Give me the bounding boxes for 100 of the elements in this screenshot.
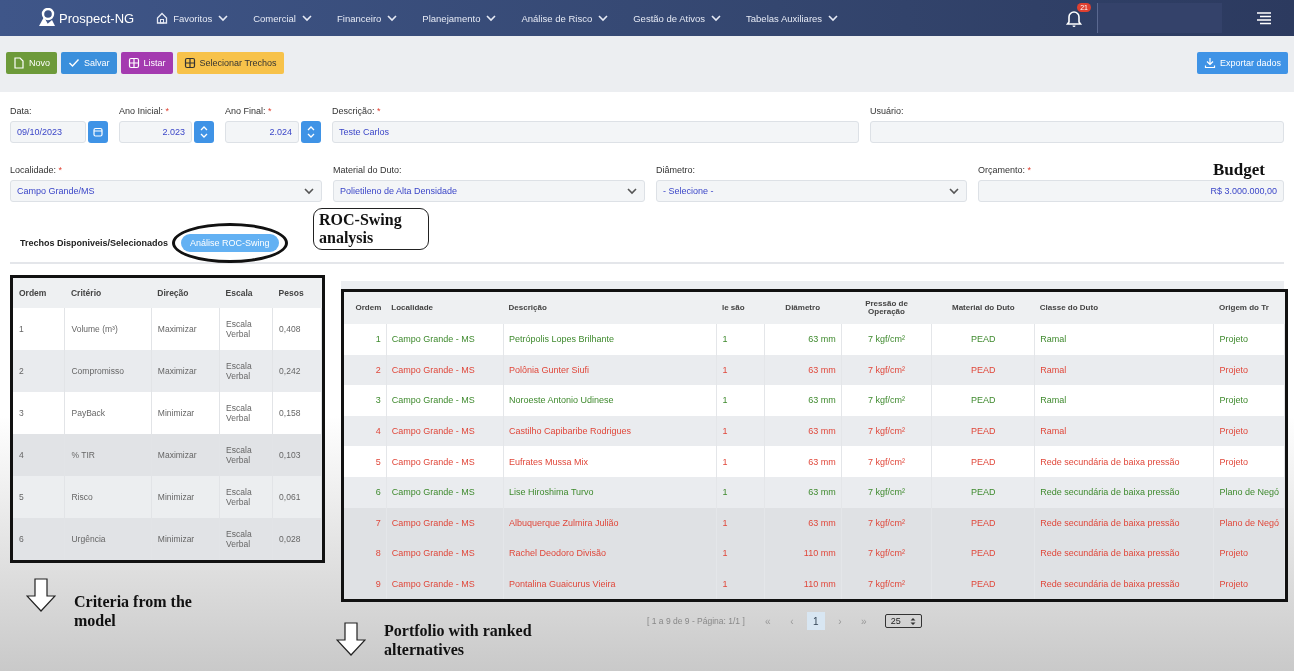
input-field[interactable]: 2.024 (225, 121, 299, 143)
table-cell: 63 mm (764, 324, 842, 355)
chevron-down-icon (597, 13, 610, 23)
table-cell: Plano de Negó (1213, 507, 1285, 539)
dropdown-field[interactable]: - Selecione - (656, 180, 967, 202)
chevron-down-icon (386, 13, 399, 23)
table-cell: Ramal (1034, 324, 1214, 355)
table-cell: 6 (13, 518, 65, 560)
table-cell: Petrópolis Lopes Brilhante (503, 324, 717, 355)
calendar-icon (93, 127, 103, 137)
column-header: Ordem (13, 278, 65, 308)
grid-icon (127, 57, 140, 69)
field-label: Localidade: * (10, 165, 63, 175)
map-pin-logo-icon (36, 8, 58, 28)
up-down-arrows-icon (909, 616, 916, 626)
table-cell: 1 (344, 324, 387, 355)
chevron-down-icon (626, 186, 638, 196)
table-cell: Campo Grande - MS (386, 507, 504, 539)
table-cell: 7 kgf/cm² (841, 324, 932, 355)
column-header: Classe do Duto (1034, 292, 1214, 324)
spinner-button[interactable] (301, 121, 321, 143)
table-cell: 3 (344, 385, 387, 416)
menu-item[interactable]: Favoritos (156, 12, 230, 24)
table-cell: PEAD (931, 507, 1035, 539)
spinner-button[interactable] (194, 121, 214, 143)
table-cell: PEAD (931, 476, 1035, 508)
table-cell: Projeto (1213, 446, 1285, 477)
table-cell: 110 mm (764, 538, 842, 569)
menu-item[interactable]: Gestão de Ativos (633, 12, 723, 24)
chevron-down-icon (303, 186, 315, 196)
select-button[interactable]: Selecionar Trechos (176, 52, 284, 74)
page-size-select[interactable]: 25 (884, 614, 922, 629)
page-button[interactable]: 1 (806, 612, 825, 631)
table-cell: Projeto (1213, 415, 1285, 447)
input-field[interactable] (870, 121, 1284, 143)
bell-icon (1065, 9, 1083, 27)
table-cell: 63 mm (764, 385, 842, 416)
annotation-caption: Portfolio with ranked alternatives (384, 621, 533, 659)
table-cell: Projeto (1213, 385, 1285, 416)
chevron-down-icon (948, 186, 960, 196)
table-cell: PEAD (931, 385, 1035, 416)
table-cell: Rede secundária de baixa pressão (1034, 538, 1214, 569)
menu-item[interactable]: Financeiro (337, 12, 399, 24)
column-header: Pesos (272, 278, 322, 308)
table-cell: Escala Verbal (219, 350, 273, 392)
column-header: Descrição (503, 292, 717, 324)
dropdown-field[interactable]: Campo Grande/MS (10, 180, 322, 202)
menu-item[interactable]: Análise de Risco (521, 12, 610, 24)
input-field[interactable]: Teste Carlos (332, 121, 859, 143)
input-field[interactable]: R$ 3.000.000,00 (978, 180, 1284, 202)
table-cell: Castilho Capibaribe Rodrigues (503, 415, 717, 447)
list-button[interactable]: Listar (120, 52, 173, 74)
notification-button[interactable] (1065, 9, 1083, 27)
column-header: Diâmetro (764, 292, 842, 324)
chevron-down-icon (485, 13, 498, 23)
menu-item[interactable]: Comercial (253, 12, 313, 24)
tab[interactable]: Trechos Disponiveis/Selecionados (20, 238, 169, 248)
table-cell: 1 (716, 476, 765, 508)
field-label: Ano Inicial: * (119, 106, 170, 116)
table-cell: 5 (344, 446, 387, 477)
table-cell: Maximizar (151, 434, 220, 476)
field-label: Diâmetro: (656, 165, 695, 175)
table-cell: Campo Grande - MS (386, 568, 504, 600)
table-cell: Ramal (1034, 415, 1214, 447)
table-cell: 63 mm (764, 446, 842, 477)
table-cell: 8 (344, 538, 387, 569)
table-cell: 2 (344, 354, 387, 386)
table-cell: 1 (716, 415, 765, 447)
chevron-down-icon (710, 13, 723, 23)
column-header: Localidade (386, 292, 504, 324)
menu-item[interactable]: Planejamento (422, 12, 498, 24)
table-cell: 1 (716, 354, 765, 386)
menu-item[interactable]: Tabelas Auxiliares (746, 12, 840, 24)
calendar-button[interactable] (88, 121, 108, 143)
table-cell: 7 kgf/cm² (841, 354, 932, 386)
table-cell: Campo Grande - MS (386, 415, 504, 447)
table-cell: 63 mm (764, 476, 842, 508)
annotation-caption: Criteria from the model (74, 592, 193, 630)
input-field[interactable]: 2.023 (119, 121, 192, 143)
grid-icon (183, 57, 196, 69)
table-cell: 63 mm (764, 354, 842, 386)
table-cell: 110 mm (764, 568, 842, 600)
table-cell: 63 mm (764, 507, 842, 539)
table-cell: 7 kgf/cm² (841, 568, 932, 600)
down-arrow-icon (336, 622, 366, 657)
column-header: Origem do Tr (1213, 292, 1285, 324)
table-cell: 1 (716, 538, 765, 569)
file-icon (13, 57, 25, 69)
table-cell: Compromisso (65, 350, 152, 392)
table-cell: PEAD (931, 324, 1035, 355)
table-cell: Risco (65, 476, 152, 518)
table-cell: 9 (344, 568, 387, 600)
date-field[interactable]: 09/10/2023 (10, 121, 86, 143)
table-cell: Albuquerque Zulmira Julião (503, 507, 717, 539)
table-cell: 0,028 (272, 518, 322, 560)
table-cell: % TIR (65, 434, 152, 476)
table-cell: 1 (716, 324, 765, 355)
menu-icon (1256, 11, 1272, 25)
table-cell: Campo Grande - MS (386, 538, 504, 569)
dropdown-field[interactable]: Polietileno de Alta Densidade (333, 180, 645, 202)
